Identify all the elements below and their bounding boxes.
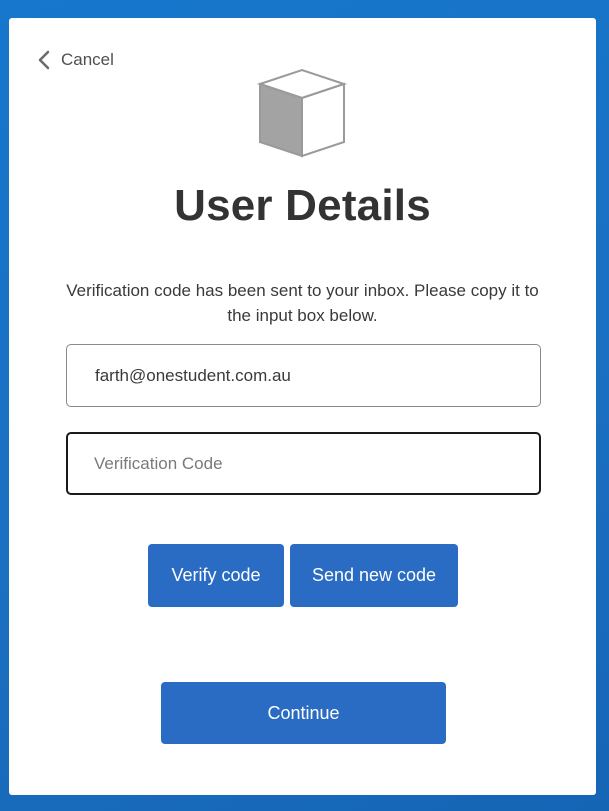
- cube-icon: [256, 68, 348, 158]
- continue-button[interactable]: Continue: [161, 682, 446, 744]
- verify-code-button[interactable]: Verify code: [148, 544, 284, 607]
- user-details-card: Cancel User Details Verification code ha…: [9, 18, 596, 795]
- verification-code-input[interactable]: [66, 432, 541, 495]
- page-title: User Details: [174, 181, 431, 230]
- email-field[interactable]: [66, 344, 541, 407]
- send-new-code-button[interactable]: Send new code: [290, 544, 458, 607]
- verification-info-text: Verification code has been sent to your …: [66, 281, 539, 325]
- chevron-left-icon: [38, 50, 50, 70]
- cancel-link[interactable]: Cancel: [37, 50, 114, 70]
- cancel-label: Cancel: [61, 50, 114, 69]
